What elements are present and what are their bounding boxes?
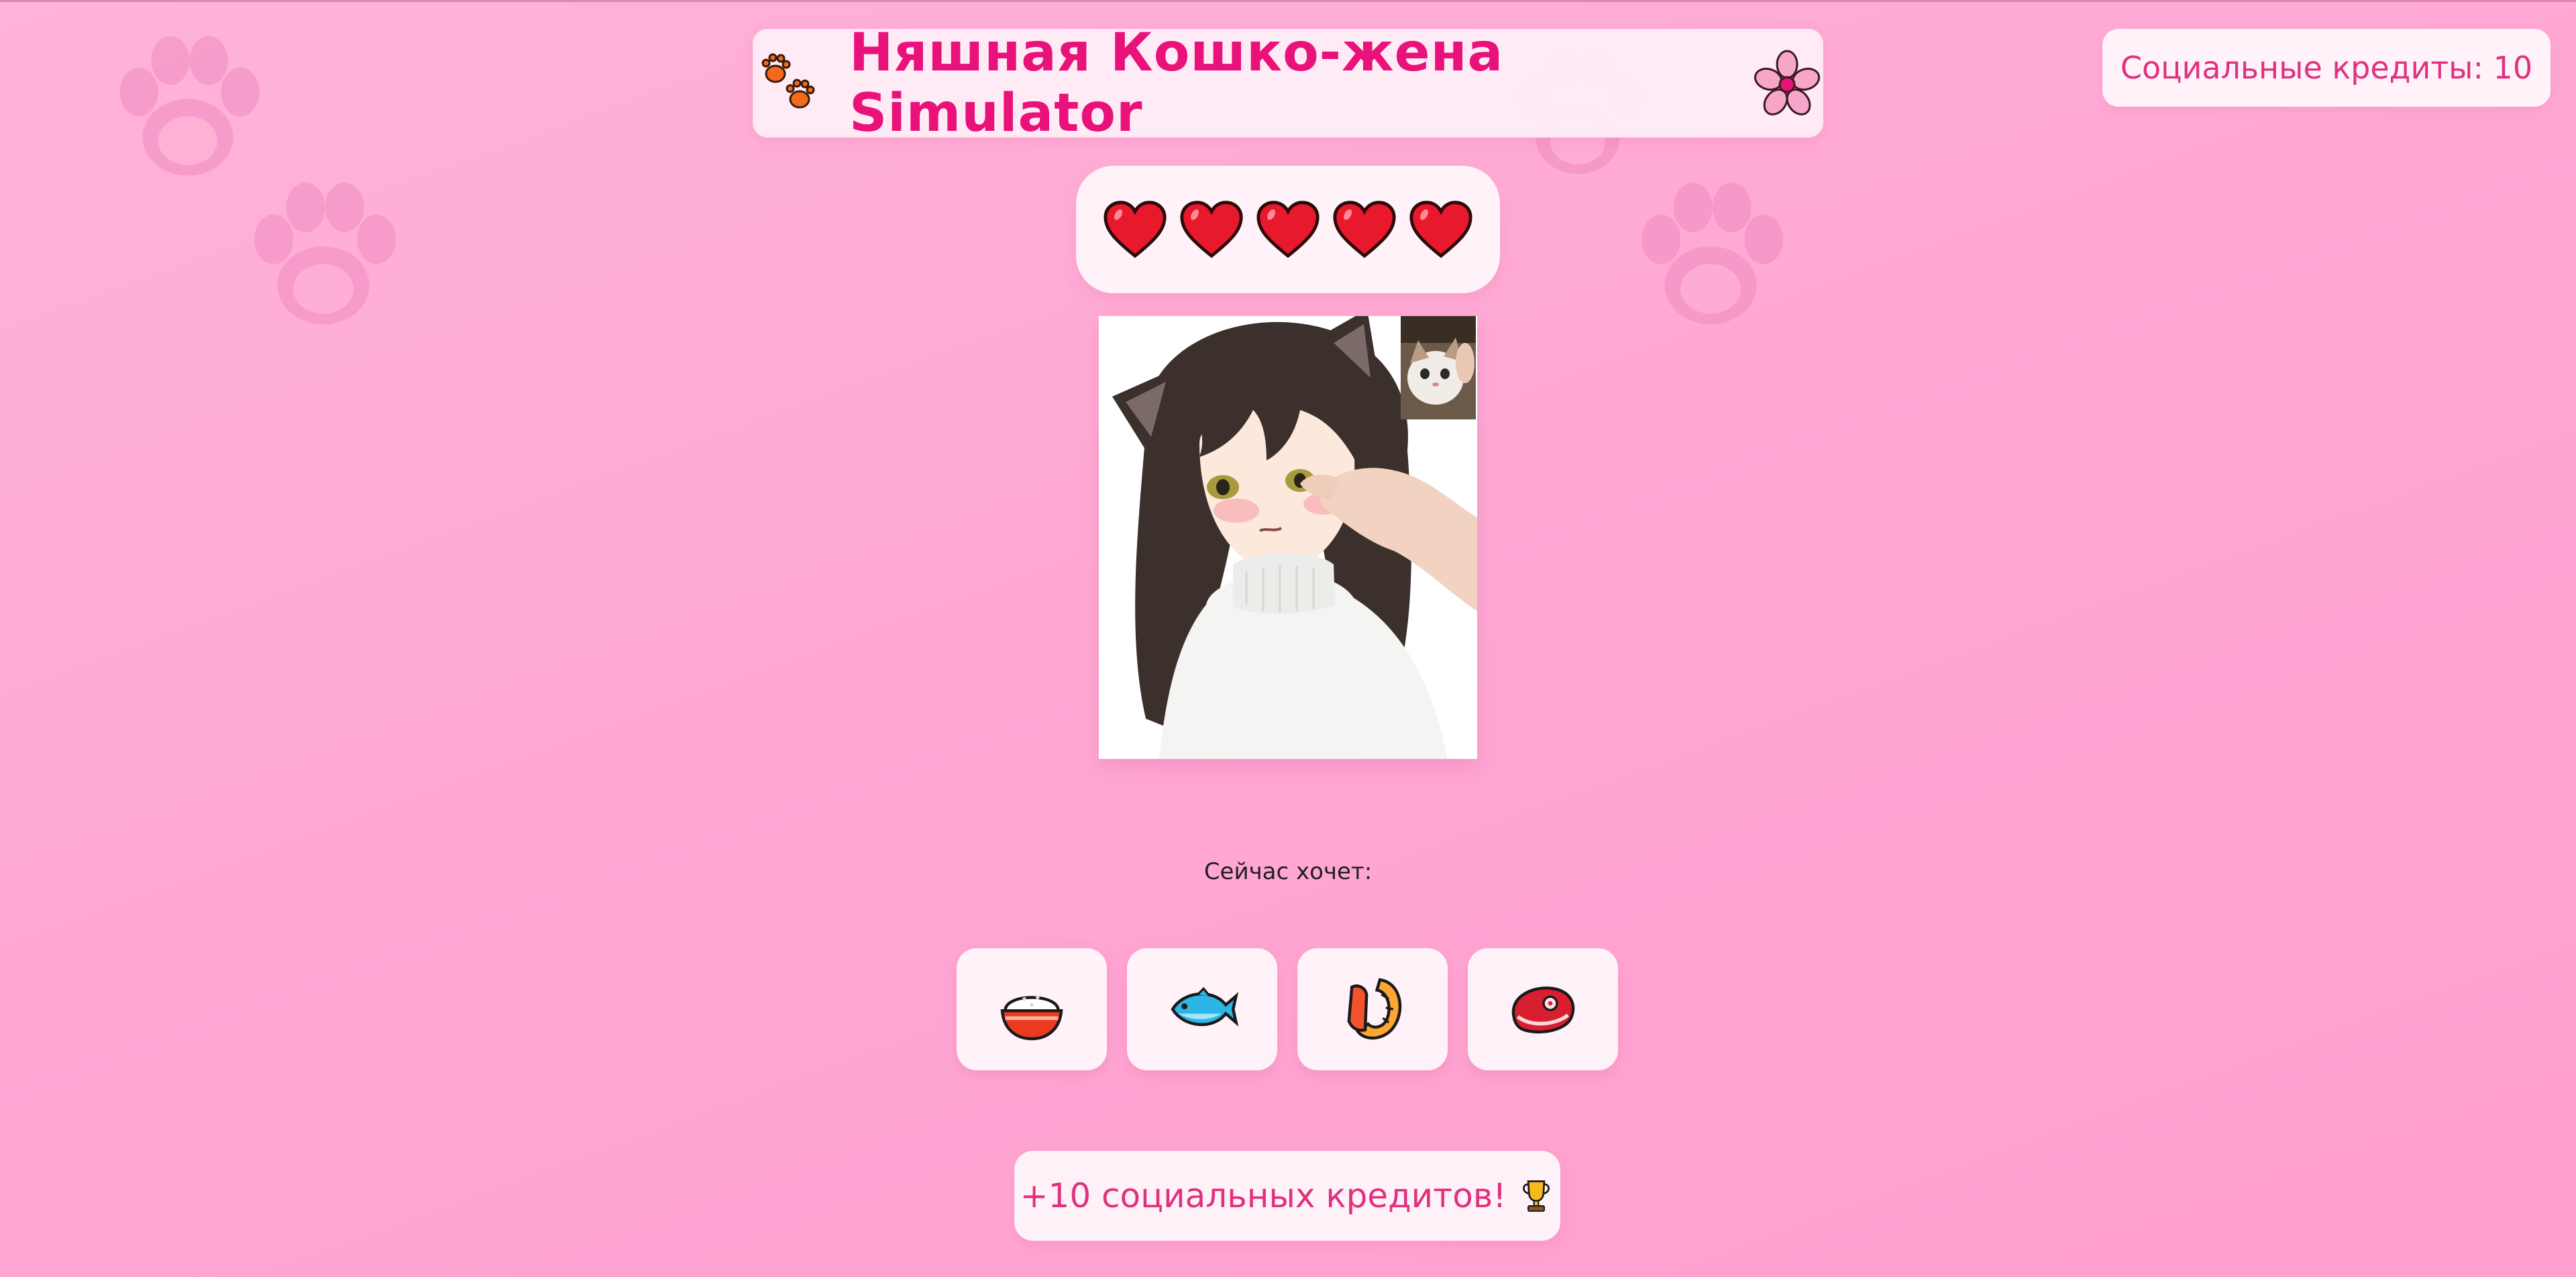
cherry-blossom-icon: [1754, 50, 1821, 117]
heart-icon: [1180, 201, 1243, 258]
reward-banner: +10 социальных кредитов!: [1014, 1151, 1560, 1241]
shrimp-icon: [1347, 978, 1402, 1040]
social-credits-counter: Социальные кредиты: 10: [2102, 29, 2551, 107]
heart-icon: [1333, 201, 1396, 258]
trophy-icon: [1523, 1180, 1550, 1212]
heart-icon: [1256, 201, 1320, 258]
game-title-banner: Няшная Кошко-жена Simulator: [753, 23, 1823, 144]
game-title: Няшная Кошко-жена Simulator: [849, 23, 1504, 144]
cat-photo-thumbnail: [1401, 316, 1476, 419]
heart-icon: [1409, 201, 1472, 258]
paw-decoration-icon: [235, 168, 412, 346]
food-choices: [957, 948, 1619, 1070]
meat-icon: [1511, 986, 1575, 1034]
rice-bowl-icon: [1000, 995, 1063, 1041]
feed-meat-button[interactable]: [1468, 948, 1618, 1070]
feed-rice-button[interactable]: [957, 948, 1107, 1070]
fish-icon: [1171, 986, 1239, 1027]
feed-fish-button[interactable]: [1127, 948, 1277, 1070]
affection-hearts: [1076, 166, 1500, 293]
paw-prints-icon: [755, 50, 822, 117]
feed-shrimp-button[interactable]: [1297, 948, 1448, 1070]
wants-label: Сейчас хочет:: [1203, 858, 1373, 885]
paw-decoration-icon: [1622, 168, 1799, 346]
heart-icon: [1104, 201, 1167, 258]
reward-text: +10 социальных кредитов!: [1020, 1176, 1507, 1215]
